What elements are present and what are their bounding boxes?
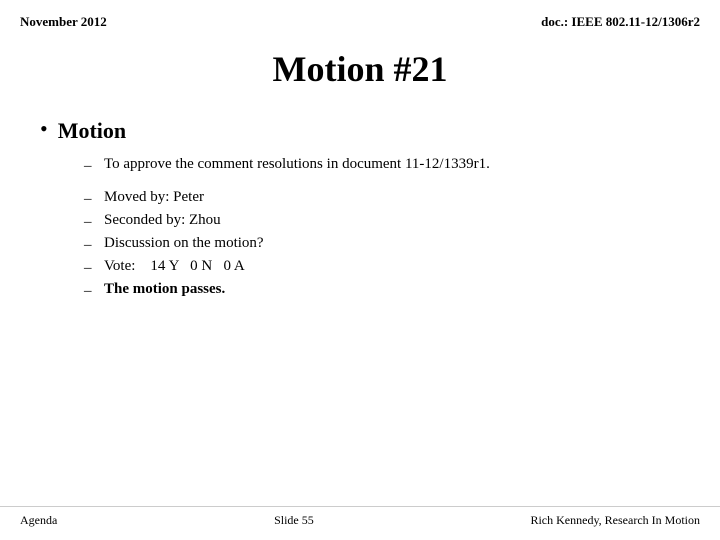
header: November 2012 doc.: IEEE 802.11-12/1306r… (0, 0, 720, 30)
content-area: • Motion – To approve the comment resolu… (0, 118, 720, 300)
footer-agenda: Agenda (20, 513, 57, 528)
sub-item-text: Seconded by: Zhou (104, 212, 221, 229)
title-section: Motion #21 (0, 48, 720, 90)
footer: Agenda Slide 55 Rich Kennedy, Research I… (0, 506, 720, 528)
bullet-symbol: • (40, 116, 48, 142)
sub-item-text: The motion passes. (104, 281, 225, 298)
sub-item-text: Moved by: Peter (104, 189, 204, 206)
list-item: – Moved by: Peter (84, 189, 680, 208)
sub-item-text: Discussion on the motion? (104, 235, 264, 252)
dash-icon: – (84, 260, 96, 277)
list-item: – Vote: 14 Y 0 N 0 A (84, 258, 680, 277)
list-item: – The motion passes. (84, 281, 680, 300)
slide: November 2012 doc.: IEEE 802.11-12/1306r… (0, 0, 720, 540)
dash-icon: – (84, 214, 96, 231)
header-date: November 2012 (20, 14, 107, 30)
dash-icon: – (84, 158, 96, 175)
footer-author: Rich Kennedy, Research In Motion (530, 513, 700, 528)
slide-title: Motion #21 (0, 48, 720, 90)
sub-items-list: – To approve the comment resolutions in … (40, 156, 680, 300)
list-item: – Seconded by: Zhou (84, 212, 680, 231)
sub-item-text: To approve the comment resolutions in do… (104, 156, 490, 173)
dash-icon: – (84, 191, 96, 208)
dash-icon: – (84, 283, 96, 300)
main-bullet-text: Motion (58, 118, 126, 144)
main-bullet: • Motion (40, 118, 680, 144)
footer-slide-number: Slide 55 (274, 513, 314, 528)
list-item: – To approve the comment resolutions in … (84, 156, 680, 175)
list-item: – Discussion on the motion? (84, 235, 680, 254)
sub-item-text: Vote: 14 Y 0 N 0 A (104, 258, 245, 275)
dash-icon: – (84, 237, 96, 254)
header-doc: doc.: IEEE 802.11-12/1306r2 (541, 14, 700, 30)
